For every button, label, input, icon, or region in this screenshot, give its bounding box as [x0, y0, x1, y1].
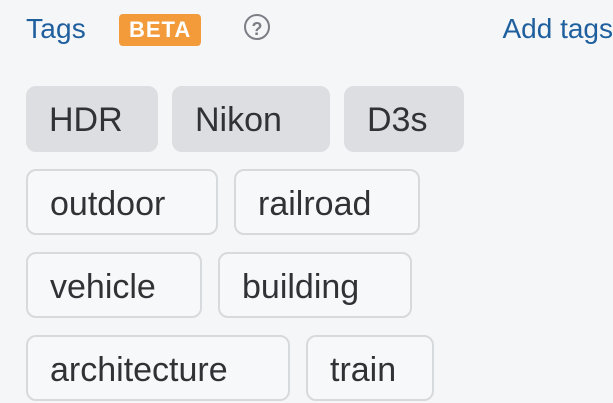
- beta-badge: BETA: [119, 14, 202, 46]
- tag-chip-nikon[interactable]: Nikon: [172, 86, 330, 152]
- tags-title: Tags: [26, 13, 86, 44]
- tags-row-4: architecture train: [26, 335, 546, 401]
- tag-chip-architecture[interactable]: architecture: [26, 335, 290, 401]
- tag-chip-vehicle[interactable]: vehicle: [26, 252, 202, 318]
- tags-panel: Tags BETA ? Add tags HDR Nikon D3s outdo…: [0, 0, 613, 403]
- tags-header: Tags BETA ? Add tags: [26, 6, 613, 54]
- tags-row-2: outdoor railroad: [26, 169, 546, 235]
- tag-chip-railroad[interactable]: railroad: [234, 169, 420, 235]
- tag-chip-building[interactable]: building: [218, 252, 412, 318]
- tag-chip-outdoor[interactable]: outdoor: [26, 169, 218, 235]
- tags-row-3: vehicle building: [26, 252, 546, 318]
- tag-chip-train[interactable]: train: [306, 335, 434, 401]
- tags-row-1: HDR Nikon D3s: [26, 86, 546, 152]
- help-icon[interactable]: ?: [244, 14, 270, 40]
- add-tags-link[interactable]: Add tags: [502, 12, 613, 46]
- tag-chip-d3s[interactable]: D3s: [344, 86, 464, 152]
- tags-list: HDR Nikon D3s outdoor railroad vehicle b…: [26, 86, 546, 403]
- tag-chip-hdr[interactable]: HDR: [26, 86, 158, 152]
